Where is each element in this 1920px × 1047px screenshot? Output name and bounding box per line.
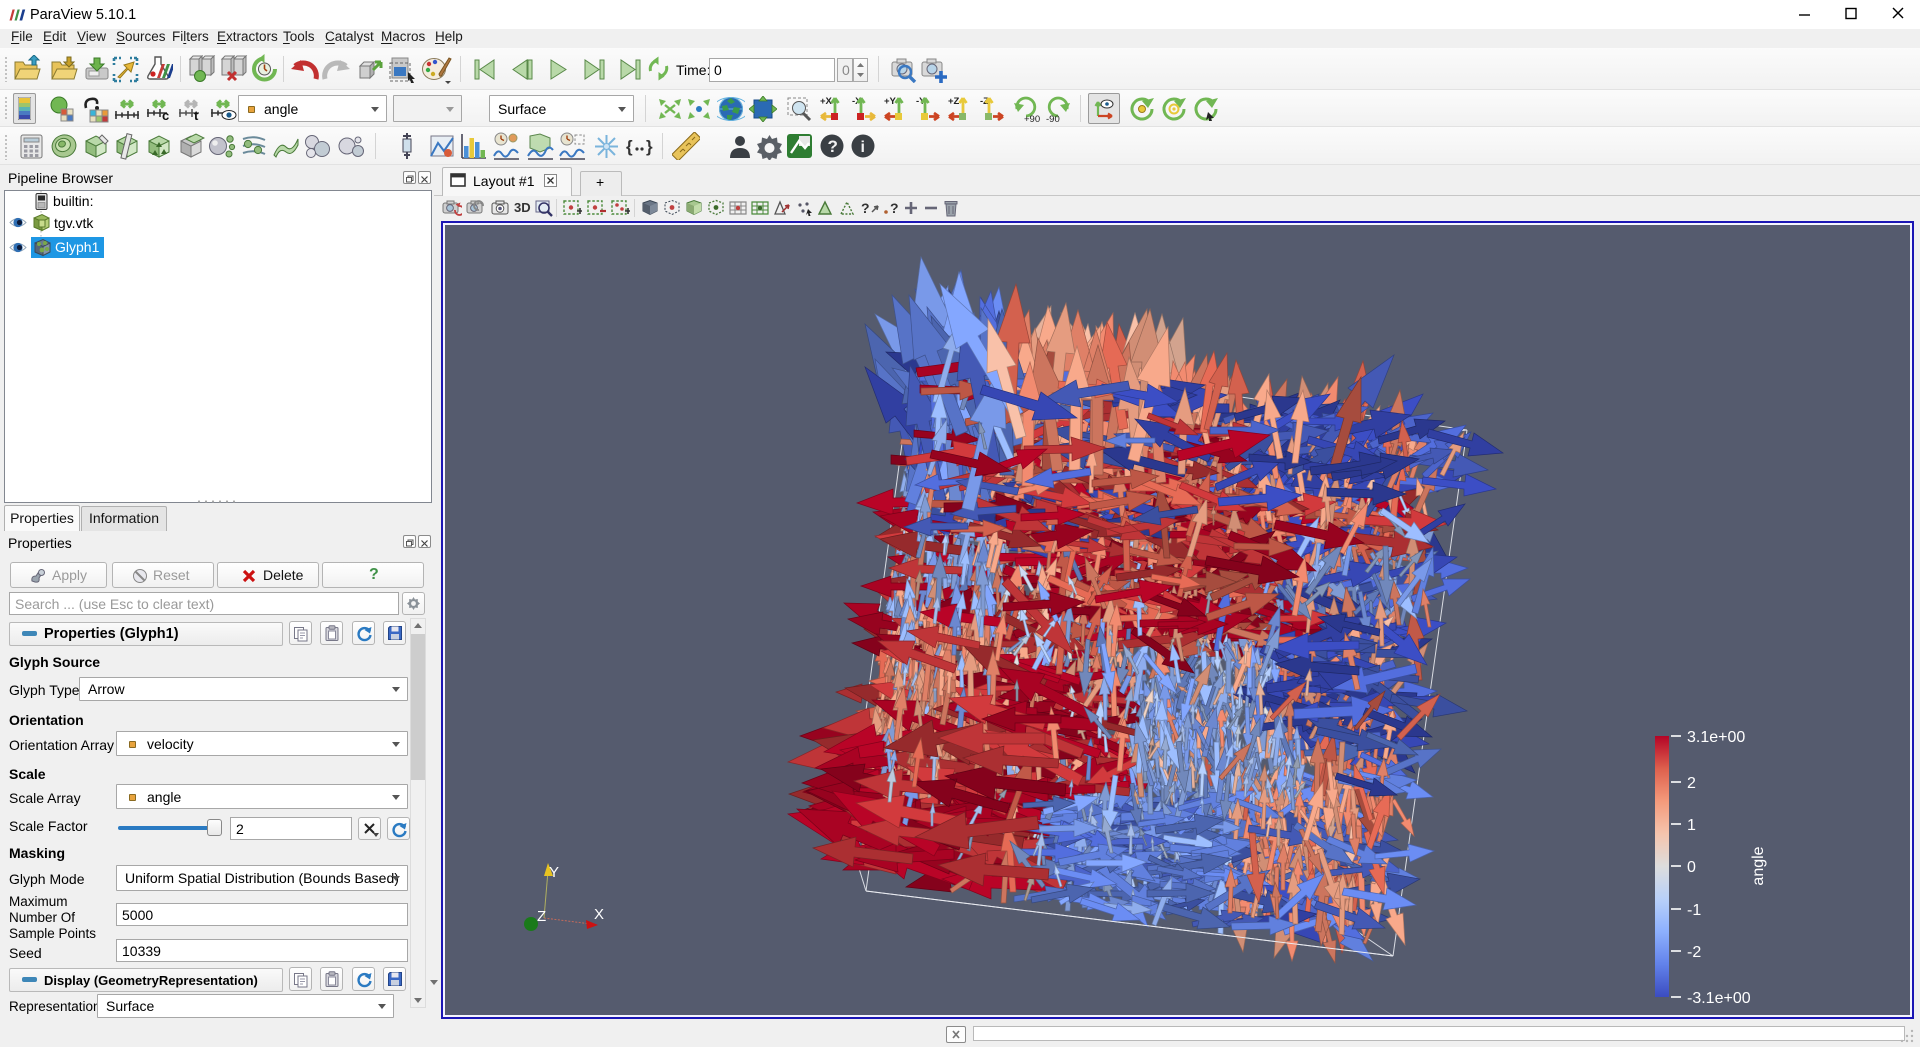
svg-text:3.1e+00: 3.1e+00 xyxy=(1687,729,1745,746)
svg-text:-3.1e+00: -3.1e+00 xyxy=(1687,990,1751,1007)
svg-text:Z: Z xyxy=(537,908,546,925)
svg-text:+90: +90 xyxy=(1024,114,1040,123)
svg-text:+Z: +Z xyxy=(948,96,960,107)
svg-text:-2: -2 xyxy=(1687,944,1701,961)
svg-text:i: i xyxy=(861,139,865,156)
svg-text:?: ? xyxy=(861,200,870,216)
svg-text:}: } xyxy=(646,137,653,156)
svg-text:1: 1 xyxy=(1687,817,1696,834)
svg-text:?: ? xyxy=(890,200,899,216)
svg-text:+Y: +Y xyxy=(884,96,897,107)
svg-text:-90: -90 xyxy=(1046,114,1060,123)
svg-text:2: 2 xyxy=(1687,775,1696,792)
svg-text:t: t xyxy=(194,108,199,121)
svg-text:?: ? xyxy=(828,137,838,156)
svg-text:+X: +X xyxy=(820,96,833,107)
svg-text:Y: Y xyxy=(549,864,559,881)
svg-text:{: { xyxy=(626,137,633,156)
svg-text:c: c xyxy=(162,108,169,121)
svg-text:X: X xyxy=(594,906,604,923)
svg-text:-1: -1 xyxy=(1687,902,1701,919)
svg-text:0: 0 xyxy=(1687,859,1696,876)
svg-text:angle: angle xyxy=(1750,846,1767,885)
